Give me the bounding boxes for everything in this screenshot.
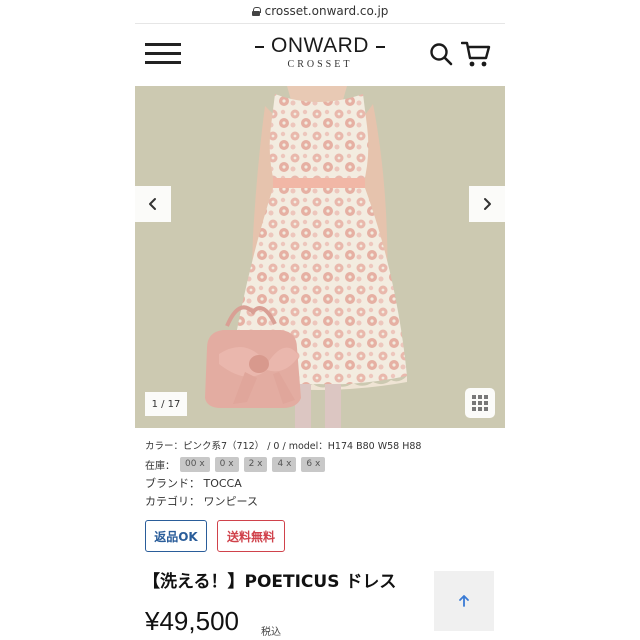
stock-size-chip[interactable]: 2 x [243, 457, 268, 472]
scroll-to-top-button[interactable] [434, 571, 494, 631]
cart-icon[interactable] [460, 40, 491, 68]
previous-image-button[interactable] [135, 186, 171, 222]
product-price: ¥49,500 [145, 606, 239, 636]
hamburger-menu-icon[interactable] [145, 42, 183, 66]
chevron-left-icon [149, 198, 156, 210]
logo-main: ONWARD [255, 34, 385, 58]
next-image-button[interactable] [469, 186, 505, 222]
return-ok-badge: 返品OK [145, 520, 207, 552]
page-frame: crosset.onward.co.jp ONWARD CROSSET 1 / … [135, 0, 505, 640]
site-header: ONWARD CROSSET [135, 24, 505, 84]
chevron-right-icon [484, 198, 491, 210]
search-icon[interactable] [429, 42, 453, 66]
free-shipping-badge: 送料無料 [217, 520, 285, 552]
stock-size-chip[interactable]: 6 x [301, 457, 326, 472]
color-model-info: カラー：ピンク系7（712） / 0 / model：H174 B80 W58 … [145, 441, 422, 452]
image-counter: 1 / 17 [145, 392, 187, 416]
product-photo [135, 86, 505, 428]
site-logo[interactable]: ONWARD CROSSET [255, 34, 385, 71]
lock-icon [251, 6, 261, 16]
product-title: 【洗える！】POETICUS ドレス [143, 572, 397, 592]
stock-status: 在庫： 00 x 0 x 2 x 4 x 6 x [145, 457, 326, 472]
tax-included-label: 税込 [261, 627, 281, 638]
brand-info[interactable]: ブランド： TOCCA [145, 475, 242, 491]
stock-size-chip[interactable]: 00 x [180, 457, 210, 472]
url-text: crosset.onward.co.jp [264, 4, 389, 18]
stock-size-chip[interactable]: 0 x [214, 457, 239, 472]
grid-icon[interactable] [465, 388, 495, 418]
stock-size-chip[interactable]: 4 x [272, 457, 297, 472]
address-bar[interactable]: crosset.onward.co.jp [135, 0, 505, 22]
category-info[interactable]: カテゴリ： ワンピース [145, 493, 258, 509]
stock-label: 在庫： [145, 461, 175, 472]
logo-sub: CROSSET [287, 59, 353, 70]
product-image-gallery[interactable]: 1 / 17 [135, 86, 505, 428]
arrow-up-icon [459, 595, 469, 607]
